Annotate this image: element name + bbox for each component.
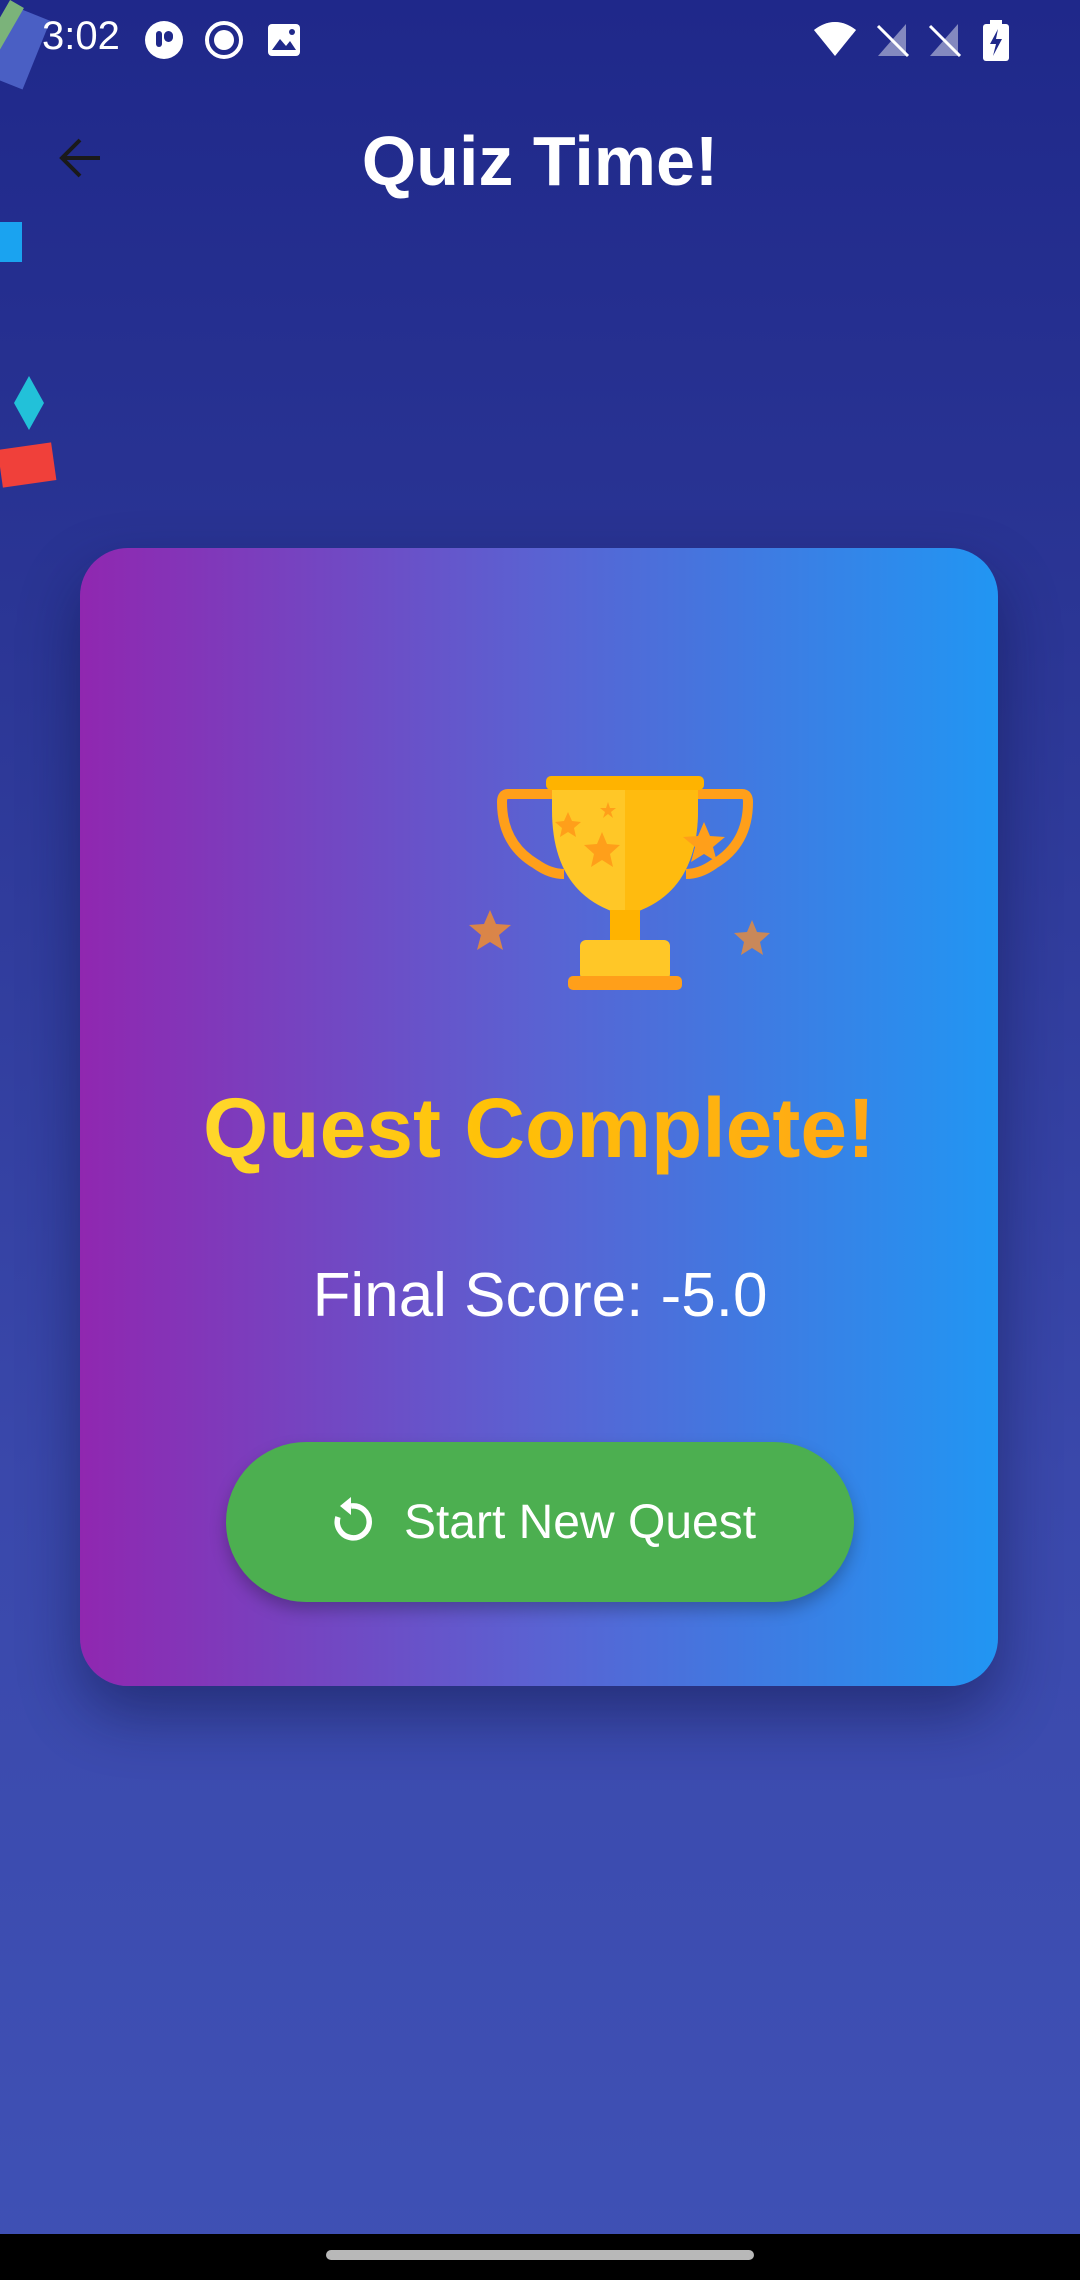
home-gesture-handle[interactable] [326,2250,754,2260]
start-new-quest-label: Start New Quest [403,1495,757,1549]
confetti-piece [0,222,22,262]
quest-complete-title: Quest Complete! [80,1078,998,1178]
refresh-icon [324,1495,378,1549]
wifi-icon [812,20,858,60]
no-sim-icon [924,20,964,60]
page-title: Quiz Time! [361,122,719,200]
trophy-icon [460,770,790,1000]
no-sim-icon [872,20,912,60]
status-time: 3:02 [42,14,120,58]
quiz-result-screen: 3:02 Quiz Time! Quest Complete! Final Sc… [0,0,1080,2280]
app-notification-icon [144,20,184,60]
final-score: Final Score: -5.0 [312,1261,768,1330]
navigation-bar [0,2234,1080,2280]
start-new-quest-button[interactable]: Start New Quest [226,1442,854,1602]
status-bar: 3:02 [0,0,1080,80]
record-icon [204,20,244,60]
image-icon [264,20,304,60]
confetti-piece [0,442,57,488]
confetti-piece [14,376,44,430]
battery-charging-icon [982,20,1010,61]
